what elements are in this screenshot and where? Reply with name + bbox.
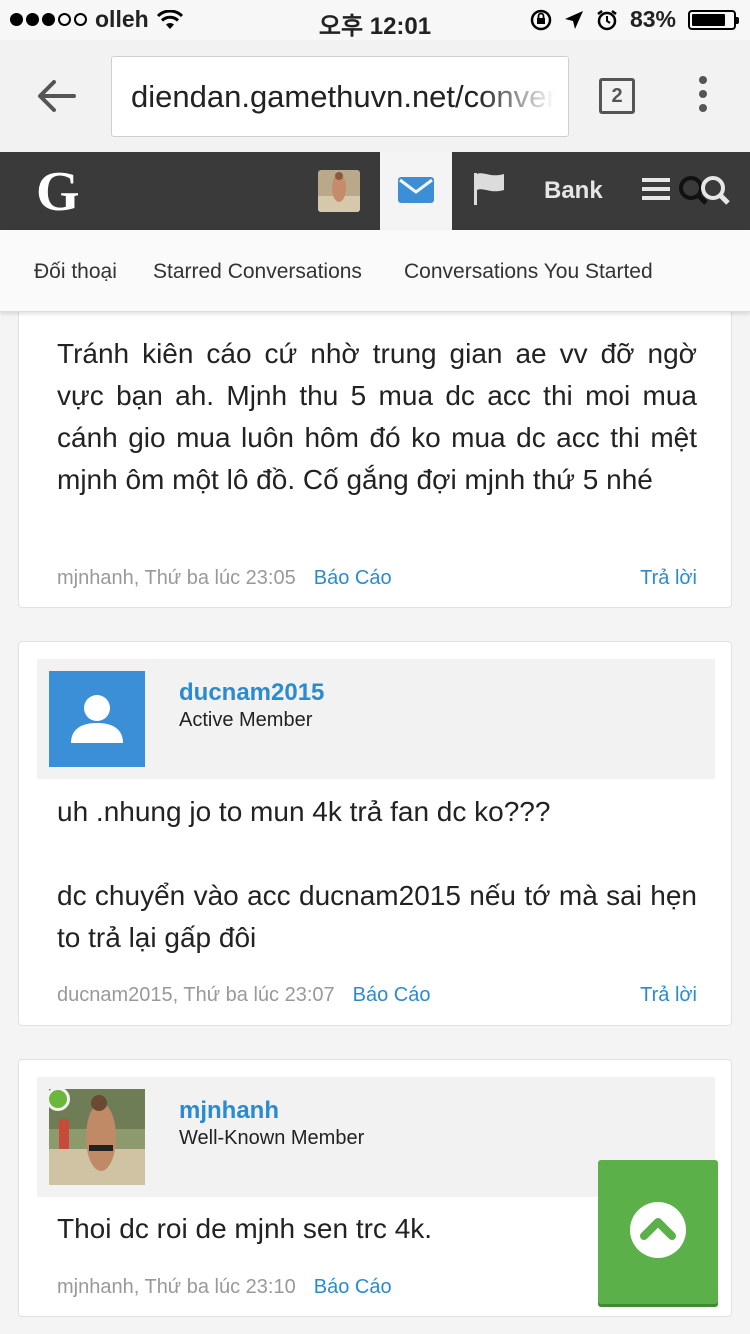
inbox-tab[interactable] bbox=[380, 152, 452, 230]
bank-link[interactable]: Bank bbox=[544, 177, 603, 205]
user-title: Active Member bbox=[179, 709, 313, 731]
browser-menu-icon[interactable] bbox=[696, 76, 710, 118]
chevron-up-icon bbox=[630, 1202, 686, 1258]
user-avatar[interactable] bbox=[318, 170, 360, 212]
message-paragraph: uh .nhung jo to mun 4k trả fan dc ko??? bbox=[57, 796, 551, 827]
message-author-date: mjnhanh, Thứ ba lúc 23:05 bbox=[57, 567, 296, 589]
hamburger-menu-icon[interactable] bbox=[642, 178, 670, 202]
tab-conversations-you-started[interactable]: Conversations You Started bbox=[404, 260, 653, 284]
url-fade bbox=[478, 57, 568, 136]
rotation-lock-icon bbox=[530, 9, 552, 30]
message-header: ducnam2015 Active Member bbox=[37, 659, 715, 779]
tab-starred-conversations[interactable]: Starred Conversations bbox=[153, 260, 362, 284]
username-link[interactable]: ducnam2015 bbox=[179, 679, 324, 707]
status-right: 83% bbox=[530, 6, 739, 33]
site-navbar: G Bank bbox=[0, 152, 750, 230]
user-silhouette-icon bbox=[71, 695, 123, 743]
scroll-to-top-button[interactable] bbox=[598, 1160, 718, 1304]
envelope-icon bbox=[398, 177, 434, 203]
location-arrow-icon bbox=[564, 10, 583, 29]
browser-toolbar: diendan.gamethuvn.net/conversations 2 bbox=[0, 40, 750, 152]
message-body: uh .nhung jo to mun 4k trả fan dc ko??? … bbox=[57, 791, 697, 959]
alarm-icon bbox=[597, 9, 617, 30]
search-icon[interactable] bbox=[676, 174, 730, 208]
flag-icon[interactable] bbox=[472, 172, 506, 206]
reply-link[interactable]: Trả lời bbox=[640, 567, 697, 590]
message-meta: ducnam2015, Thứ ba lúc 23:07 Báo Cáo Trả … bbox=[57, 984, 697, 1007]
default-avatar[interactable] bbox=[49, 671, 145, 767]
message-card: ducnam2015 Active Member uh .nhung jo to… bbox=[18, 641, 732, 1026]
url-bar[interactable]: diendan.gamethuvn.net/conversations bbox=[111, 56, 569, 137]
message-body: Tránh kiên cáo cứ nhờ trung gian ae vv đ… bbox=[57, 338, 697, 495]
battery-level bbox=[692, 13, 726, 26]
battery-percent: 83% bbox=[629, 6, 676, 32]
tab-conversations[interactable]: Đối thoại bbox=[34, 260, 117, 284]
report-link[interactable]: Báo Cáo bbox=[314, 1276, 392, 1298]
site-logo[interactable]: G bbox=[36, 160, 80, 224]
username-link[interactable]: mjnhanh bbox=[179, 1097, 279, 1125]
status-bar: olleh 오후 12:01 83% bbox=[0, 0, 750, 40]
message-paragraph: dc chuyển vào acc ducnam2015 nếu tớ mà s… bbox=[57, 880, 697, 953]
user-title: Well-Known Member bbox=[179, 1127, 365, 1149]
back-arrow-icon[interactable] bbox=[36, 78, 76, 114]
reply-link[interactable]: Trả lời bbox=[640, 984, 697, 1007]
report-link[interactable]: Báo Cáo bbox=[353, 984, 431, 1006]
message-author-date: ducnam2015, Thứ ba lúc 23:07 bbox=[57, 984, 335, 1006]
report-link[interactable]: Báo Cáo bbox=[314, 567, 392, 589]
tab-switcher-button[interactable]: 2 bbox=[599, 78, 635, 114]
conversation-tabs: Đối thoại Starred Conversations Conversa… bbox=[0, 230, 750, 312]
message-author-date: mjnhanh, Thứ ba lúc 23:10 bbox=[57, 1276, 296, 1298]
message-card: Tránh kiên cáo cứ nhờ trung gian ae vv đ… bbox=[18, 290, 732, 608]
message-meta: mjnhanh, Thứ ba lúc 23:05 Báo Cáo Trả lời bbox=[57, 567, 697, 590]
battery-icon bbox=[688, 9, 739, 30]
online-indicator bbox=[46, 1087, 70, 1111]
